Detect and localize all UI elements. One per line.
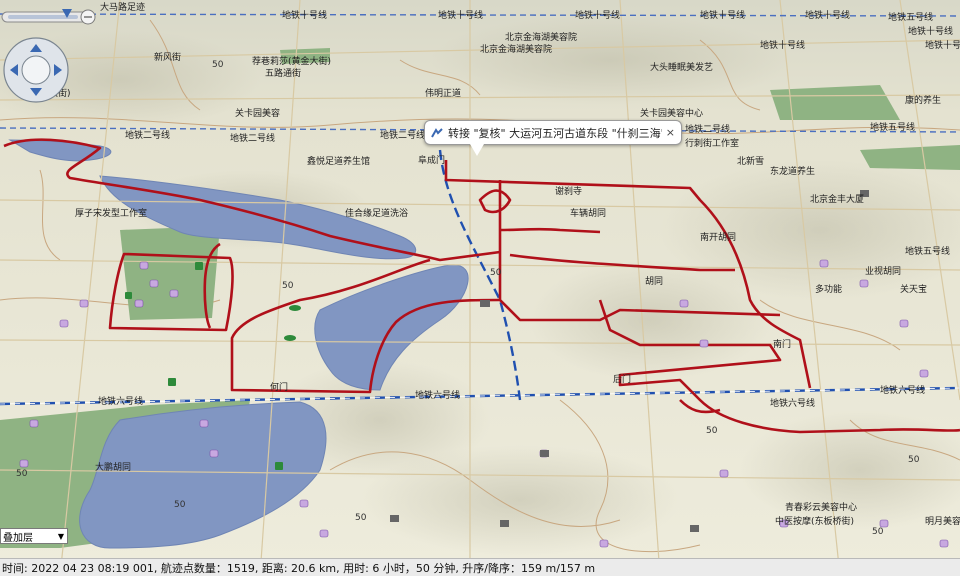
label-place: 北新雪	[737, 155, 764, 167]
layer-select-value: 叠加层	[3, 532, 33, 544]
label-place: 厚子宋发型工作室	[75, 207, 147, 219]
label-place: 中医按摩(东板桥街)	[775, 515, 854, 527]
label-metro: 地铁六号线	[98, 395, 143, 407]
label-metro: 地铁十号线	[575, 9, 620, 21]
label-place: 青春彩云美容中心	[785, 501, 857, 513]
map-canvas[interactable]: 地铁十号线 地铁十号线 地铁十号线 地铁十号线 地铁十号线 地铁十号线 地铁十号…	[0, 0, 960, 576]
label-place: 多功能	[815, 283, 842, 295]
label-place: 南开胡同	[700, 231, 736, 243]
close-icon[interactable]: ×	[666, 126, 675, 139]
label-place: 大头睡眠美发艺	[650, 61, 713, 73]
label-metro: 地铁十号线	[925, 39, 960, 51]
label-metro: 地铁五号线	[888, 11, 933, 23]
popup-title: 转接 "复核" 大运河五河古道东段 "什刹三海" 南北锣鼓巷	[448, 126, 662, 140]
label-metro: 地铁二号线	[230, 132, 275, 144]
label-place: 新风街	[154, 51, 181, 63]
label-metro: 地铁十号线	[700, 9, 745, 21]
label-place: 明月美容	[925, 515, 960, 527]
label-metro: 地铁二号线	[125, 129, 170, 141]
label-metro: 地铁五号线	[870, 121, 915, 133]
label-place: 北京金海湖美容院	[480, 43, 552, 55]
label-metro: 地铁五号线	[905, 245, 950, 257]
svg-text:50: 50	[872, 527, 884, 537]
label-place: 南门	[773, 338, 791, 350]
layer-select[interactable]: 叠加层 ▼	[0, 528, 68, 544]
label-place: 阜成门	[418, 154, 445, 166]
label-place: 后门	[613, 373, 631, 385]
popup-tail	[470, 144, 484, 156]
label-place: 胡同	[645, 275, 663, 287]
label-place: 何门	[270, 381, 288, 393]
svg-text:50: 50	[16, 469, 28, 479]
route-icon	[431, 127, 443, 137]
svg-text:50: 50	[355, 513, 367, 523]
svg-text:50: 50	[212, 60, 224, 70]
label-place: 东龙道养生	[770, 165, 815, 177]
label-place: 鑫悦足道养生馆	[307, 155, 370, 167]
label-place: 关天宝	[900, 283, 927, 295]
label-place: 五路通街	[265, 67, 301, 79]
label-metro: 地铁二号线	[380, 129, 425, 141]
label-metro: 地铁六号线	[415, 389, 460, 401]
label-place: 伟明正道	[425, 87, 461, 99]
svg-text:50: 50	[490, 268, 502, 278]
label-place: 关卡园美容中心	[640, 107, 703, 119]
label-place: 大鹏胡同	[95, 461, 131, 473]
label-metro: 地铁十号线	[438, 9, 483, 21]
label-place: 大马路足迹	[100, 1, 145, 13]
label-place: 北京金丰大厦	[810, 193, 864, 205]
label-metro: 地铁六号线	[880, 384, 925, 396]
svg-text:50: 50	[282, 281, 294, 291]
svg-text:50: 50	[908, 455, 920, 465]
label-metro: 地铁十号线	[908, 25, 953, 37]
label-place: 行刺街工作室	[685, 137, 739, 149]
label-metro: 地铁二号线	[685, 123, 730, 135]
label-place: 荐巷莉莎(黄金大街)	[252, 55, 331, 67]
label-place: 车辆胡同	[570, 207, 606, 219]
zoom-slider[interactable]	[0, 6, 96, 28]
svg-text:50: 50	[706, 426, 718, 436]
navigation-pad[interactable]	[2, 30, 74, 110]
label-metro: 地铁十号线	[805, 9, 850, 21]
label-place: 业视胡同	[865, 265, 901, 277]
route-popup[interactable]: 转接 "复核" 大运河五河古道东段 "什刹三海" 南北锣鼓巷 ×	[424, 120, 682, 145]
label-place: 关卡园美容	[235, 107, 280, 119]
chevron-down-icon: ▼	[57, 531, 65, 541]
label-metro: 地铁六号线	[770, 397, 815, 409]
label-metro: 地铁十号线	[760, 39, 805, 51]
label-place: 北京金海湖美容院	[505, 31, 577, 43]
label-place: 谢刹寺	[555, 185, 582, 197]
label-place: 康的养生	[905, 94, 941, 106]
label-metro: 地铁十号线	[282, 9, 327, 21]
svg-text:50: 50	[174, 500, 186, 510]
status-bar: 时间: 2022 04 23 08:19 001, 航迹点数量：1519, 距离…	[0, 558, 960, 576]
track-stats: 时间: 2022 04 23 08:19 001, 航迹点数量：1519, 距离…	[2, 561, 596, 575]
label-place: 佳合缘足道洗浴	[345, 207, 408, 219]
